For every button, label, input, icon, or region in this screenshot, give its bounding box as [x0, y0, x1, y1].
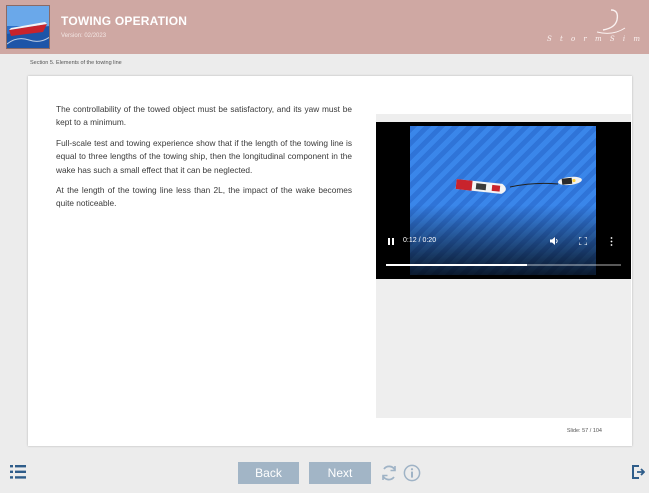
info-icon[interactable] [403, 464, 421, 482]
header-bar: TOWING OPERATION Version: 02/2023 S t o … [0, 0, 649, 54]
slide-card: The controllability of the towed object … [28, 76, 632, 446]
video-progress-fill [386, 264, 527, 266]
video-player[interactable]: 0:12 / 0:20 [376, 122, 631, 279]
video-progress-bar[interactable] [386, 264, 621, 266]
more-icon[interactable] [610, 237, 613, 246]
brand-text: S t o r m S i m [546, 35, 643, 43]
back-button[interactable]: Back [238, 462, 299, 484]
next-button[interactable]: Next [309, 462, 371, 484]
volume-icon[interactable] [550, 237, 559, 245]
slide-text: The controllability of the towed object … [56, 103, 352, 218]
media-panel: 0:12 / 0:20 [376, 114, 631, 418]
menu-list-icon[interactable] [10, 465, 26, 479]
slide-counter: Slide: 57 / 104 [566, 428, 602, 434]
paragraph-3: At the length of the towing line less th… [56, 185, 352, 209]
paragraph-1: The controllability of the towed object … [56, 104, 352, 128]
course-logo [6, 5, 50, 49]
paragraph-2: Full-scale test and towing experience sh… [56, 137, 352, 175]
fullscreen-icon[interactable] [579, 237, 587, 245]
video-time: 0:12 / 0:20 [403, 237, 437, 244]
breadcrumb: Section 5. Elements of the towing line [30, 60, 122, 66]
replay-icon[interactable] [380, 464, 398, 482]
video-controls: 0:12 / 0:20 [376, 234, 631, 279]
course-version: Version: 02/2023 [61, 33, 107, 39]
exit-icon[interactable] [632, 465, 645, 479]
pause-icon[interactable] [388, 238, 394, 245]
course-title: TOWING OPERATION [61, 14, 188, 28]
